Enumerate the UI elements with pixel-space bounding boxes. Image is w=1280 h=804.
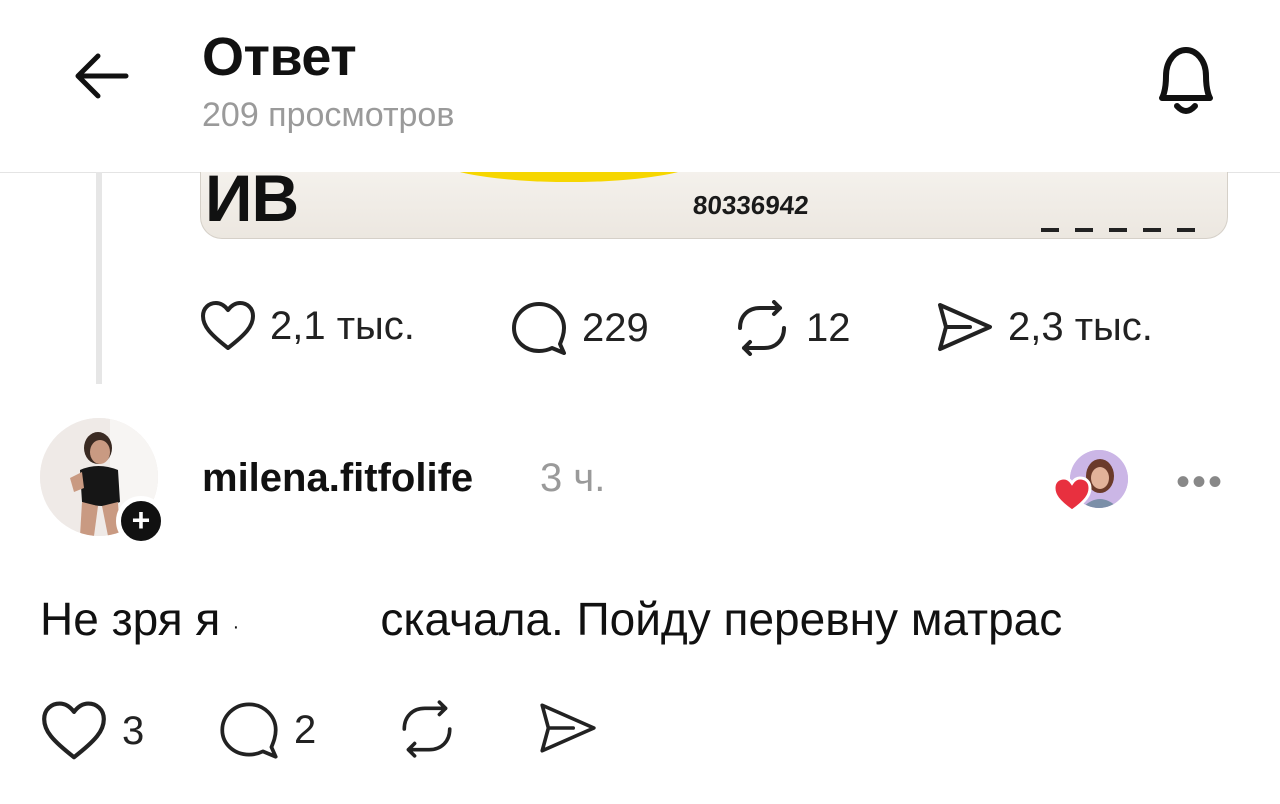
share-button[interactable]: 2,3 тыс.	[934, 300, 1153, 354]
follow-plus-button[interactable]: +	[116, 496, 166, 546]
comment-icon	[512, 302, 566, 355]
reply-comment-count: 2	[294, 707, 317, 752]
more-options-button[interactable]: •••	[1176, 460, 1224, 505]
thread-line	[96, 172, 102, 384]
reply-share-button[interactable]	[536, 700, 598, 756]
reply-comment-button[interactable]: 2	[218, 700, 316, 760]
reply-text-end: скачала. Пойду перевну матрас	[380, 593, 1063, 645]
more-icon: •••	[1176, 460, 1225, 504]
post-image[interactable]: ИВ 80336942	[200, 172, 1228, 239]
like-count: 2,1 тыс.	[270, 303, 415, 348]
heart-icon	[42, 701, 106, 760]
bell-icon	[1159, 47, 1213, 114]
liked-heart-icon	[1052, 476, 1092, 514]
comment-button[interactable]: 229	[510, 300, 649, 356]
reply-repost-button[interactable]	[396, 700, 458, 758]
repost-count: 12	[806, 305, 851, 350]
image-dashes	[1041, 228, 1211, 232]
notifications-button[interactable]	[1146, 38, 1226, 122]
like-button[interactable]: 2,1 тыс.	[200, 300, 415, 352]
reply-text-gap: .	[233, 611, 239, 634]
reply-like-button[interactable]: 3	[40, 700, 144, 762]
share-icon	[938, 303, 992, 351]
heart-icon	[201, 301, 255, 350]
reply-like-count: 3	[122, 708, 145, 753]
image-text: ИВ	[205, 172, 299, 235]
image-yellow-shape	[439, 172, 699, 182]
plus-icon: +	[131, 502, 151, 538]
reply-text-start: Не зря я	[40, 593, 221, 645]
image-number: 80336942	[691, 190, 810, 220]
repost-icon	[402, 700, 452, 758]
comment-count: 229	[582, 305, 649, 350]
share-icon	[540, 703, 596, 753]
page-title: Ответ	[202, 27, 357, 87]
top-bar	[0, 0, 1280, 173]
comment-icon	[220, 702, 278, 759]
reply-time: 3 ч.	[540, 456, 606, 500]
repost-button[interactable]: 12	[732, 300, 851, 356]
back-arrow-icon	[75, 53, 129, 99]
views-count: 209 просмотров	[202, 96, 455, 134]
share-count: 2,3 тыс.	[1008, 304, 1153, 349]
repost-icon	[738, 300, 786, 356]
reply-username[interactable]: milena.fitfolife	[202, 456, 473, 501]
back-button[interactable]	[70, 44, 134, 108]
reply-text: Не зря я . скачала. Пойду перевну матрас	[40, 592, 1062, 646]
